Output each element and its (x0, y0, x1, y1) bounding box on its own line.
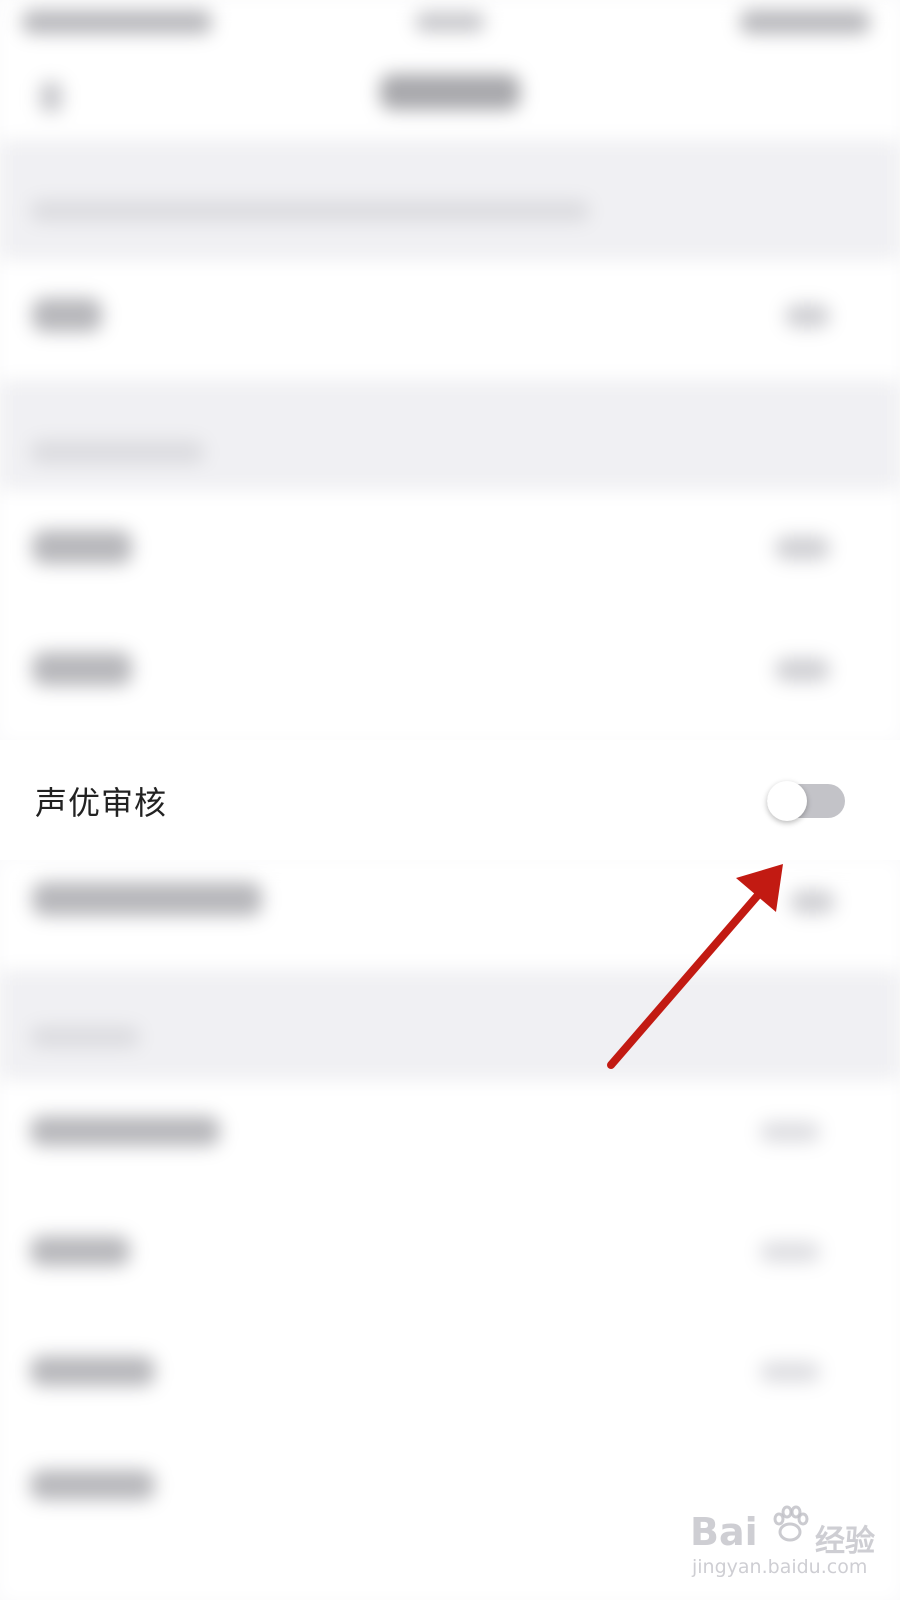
page-title (380, 74, 520, 110)
status-bar-center (415, 12, 485, 32)
list-item-value (775, 658, 830, 682)
list-item-label (30, 1236, 130, 1266)
list-item[interactable] (0, 260, 900, 380)
section-header-text (30, 1026, 140, 1048)
toggle-knob[interactable] (767, 781, 807, 821)
section-header-text (30, 440, 205, 464)
list-item-label (32, 530, 132, 564)
list-item-label (30, 1470, 155, 1500)
section-header-text (30, 200, 590, 222)
list-item[interactable] (0, 1080, 900, 1200)
status-bar (0, 0, 900, 60)
list-item[interactable] (0, 1320, 900, 1440)
nav-bar (0, 60, 900, 140)
list-item-label (32, 298, 102, 332)
list-item-value (785, 304, 830, 328)
list-item-label (30, 1356, 155, 1386)
list-item-label (30, 1116, 220, 1146)
paw-logo-icon (773, 1505, 809, 1542)
list-item[interactable] (0, 490, 900, 610)
voice-review-toggle[interactable] (767, 781, 845, 821)
back-arrow-icon[interactable] (40, 82, 62, 112)
section-header (0, 140, 900, 260)
status-bar-right (740, 10, 870, 34)
list-item-label (32, 652, 132, 686)
watermark-brand: Bai (690, 1510, 758, 1554)
voice-review-label: 声优审核 (35, 784, 168, 822)
list-item[interactable] (0, 1200, 900, 1320)
list-item[interactable] (0, 860, 900, 970)
status-bar-left (22, 10, 212, 34)
list-item-value (760, 1122, 820, 1142)
list-item-value (790, 890, 835, 914)
list-item[interactable] (0, 610, 900, 740)
list-item-value (760, 1362, 820, 1382)
list-item-value (760, 1242, 820, 1262)
watermark-url: jingyan.baidu.com (692, 1556, 868, 1578)
list-item-value (775, 536, 830, 560)
watermark-brand-tail: 经验 (815, 1524, 875, 1559)
section-header (0, 970, 900, 1080)
section-header (0, 380, 900, 490)
list-item-label (32, 882, 262, 916)
